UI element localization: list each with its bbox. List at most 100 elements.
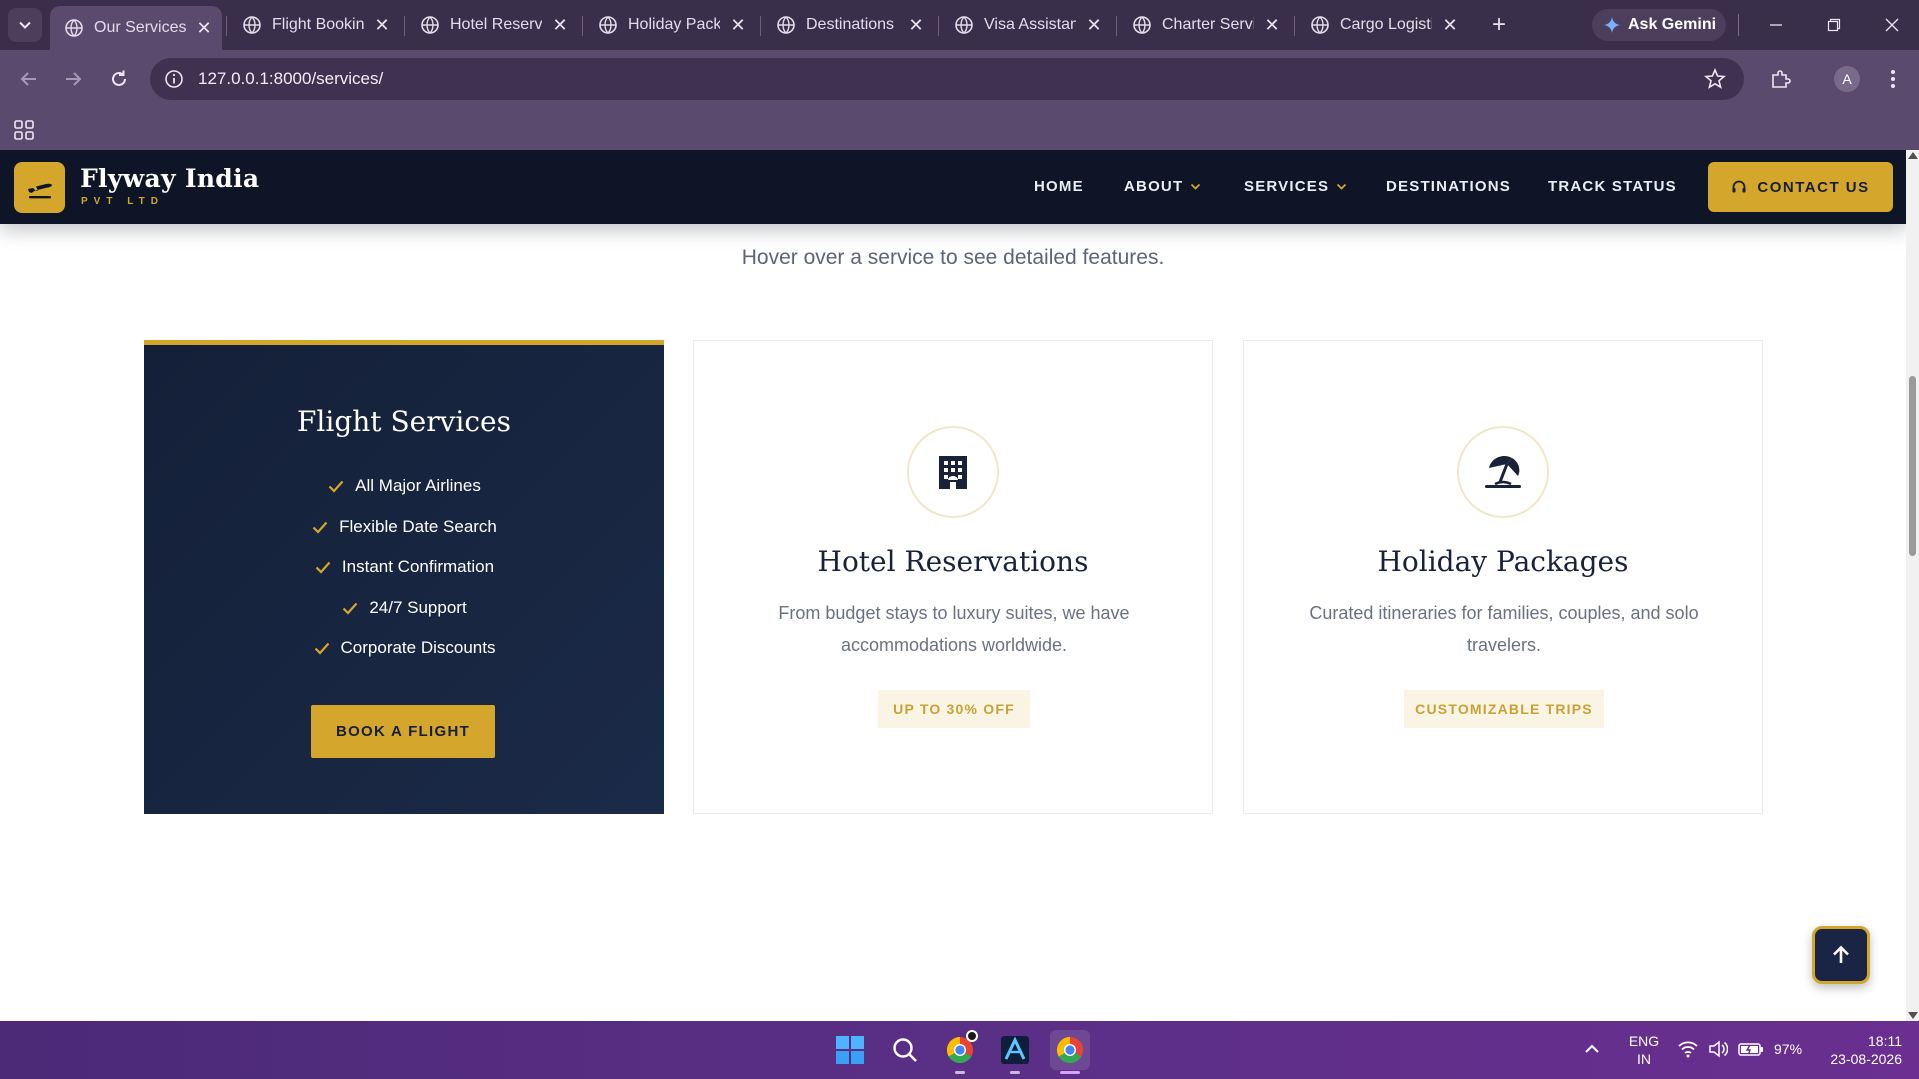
search-button[interactable] <box>885 1030 925 1070</box>
quick-settings[interactable]: 97% <box>1678 1040 1802 1058</box>
nav-services[interactable]: SERVICES <box>1244 178 1347 195</box>
close-tab-icon[interactable]: ✕ <box>1440 15 1460 35</box>
tab-title: Cargo Logistic <box>1340 16 1432 33</box>
minimize-button[interactable] <box>1756 10 1796 40</box>
book-a-flight-button[interactable]: BOOK A FLIGHT <box>311 705 495 758</box>
tab-flight-booking[interactable]: Flight Booking ✕ <box>228 6 400 44</box>
service-card-holiday[interactable]: Holiday Packages Curated itineraries for… <box>1243 340 1763 814</box>
close-tab-icon[interactable]: ✕ <box>372 15 392 35</box>
windows-taskbar: ENG IN 97% 18:11 23-08-2026 <box>0 1021 1919 1079</box>
logo[interactable] <box>14 162 65 213</box>
chevron-up-icon <box>1585 1044 1599 1053</box>
clock[interactable]: 18:11 23-08-2026 <box>1812 1032 1902 1068</box>
battery-charging-icon <box>1738 1043 1763 1056</box>
profile-button[interactable]: A <box>1832 64 1862 94</box>
clock-date: 23-08-2026 <box>1830 1051 1902 1067</box>
tab-cargo-logistics[interactable]: Cargo Logistic ✕ <box>1296 6 1468 44</box>
close-tab-icon[interactable]: ✕ <box>728 15 748 35</box>
tab-search-button[interactable] <box>8 8 42 42</box>
tab-our-services[interactable]: Our Services | ✕ <box>50 6 222 50</box>
taskbar-chrome-app[interactable] <box>940 1030 980 1074</box>
tab-visa-assistance[interactable]: Visa Assistanc ✕ <box>940 6 1112 44</box>
scroll-to-top-button[interactable] <box>1812 926 1870 984</box>
scroll-thumb[interactable] <box>1909 376 1916 556</box>
nav-about[interactable]: ABOUT <box>1124 178 1201 195</box>
service-card-hotel[interactable]: Hotel Reservations From budget stays to … <box>693 340 1213 814</box>
taskbar-editor-app[interactable] <box>995 1030 1035 1074</box>
windows-logo-icon <box>836 1036 864 1064</box>
check-icon <box>312 521 328 534</box>
tab-separator <box>1116 16 1117 36</box>
building-icon <box>939 456 967 489</box>
close-tab-icon[interactable]: ✕ <box>550 15 570 35</box>
tab-holiday-packages[interactable]: Holiday Packa ✕ <box>584 6 756 44</box>
new-tab-button[interactable]: + <box>1486 11 1512 38</box>
tab-title: Hotel Reserva <box>450 16 542 33</box>
ask-gemini-button[interactable]: Ask Gemini <box>1592 9 1726 41</box>
nav-home-label: HOME <box>1034 178 1084 195</box>
close-tab-icon[interactable]: ✕ <box>906 15 926 35</box>
tab-title: Charter Servic <box>1162 16 1254 33</box>
page-scrollbar[interactable] <box>1906 150 1919 1021</box>
tab-separator <box>404 16 405 36</box>
nav-about-label: ABOUT <box>1124 178 1184 195</box>
contact-us-button[interactable]: CONTACT US <box>1708 162 1893 212</box>
nav-track-status-label: TRACK STATUS <box>1548 178 1677 195</box>
gemini-sparkle-icon <box>1604 17 1620 33</box>
service-card-flight[interactable]: Flight Services All Major Airlines Flexi… <box>144 340 664 814</box>
browser-menu-button[interactable] <box>1878 64 1908 94</box>
bookmarks-bar <box>0 108 1919 150</box>
list-item: 24/7 Support <box>144 588 664 629</box>
address-bar[interactable]: 127.0.0.1:8000/services/ <box>150 58 1744 100</box>
browser-tab-strip: Our Services | ✕ Flight Booking ✕ Hotel … <box>0 0 1919 50</box>
restore-button[interactable] <box>1814 10 1854 40</box>
plus-icon: + <box>1491 11 1506 38</box>
globe-icon <box>777 16 795 34</box>
headset-icon <box>1732 180 1746 193</box>
tray-overflow-button[interactable] <box>1584 1041 1600 1062</box>
tab-separator <box>760 16 761 36</box>
tab-charter-services[interactable]: Charter Servic ✕ <box>1118 6 1290 44</box>
language-indicator[interactable]: ENG IN <box>1626 1032 1662 1068</box>
search-icon <box>893 1038 917 1062</box>
card-icon-circle <box>1457 426 1549 518</box>
feature-label: Corporate Discounts <box>340 638 496 658</box>
airplane-icon <box>27 183 52 198</box>
scroll-up-arrow-icon[interactable] <box>1908 152 1918 159</box>
url-text[interactable]: 127.0.0.1:8000/services/ <box>198 69 383 89</box>
close-tab-icon[interactable]: ✕ <box>1262 15 1282 35</box>
extensions-button[interactable] <box>1766 64 1796 94</box>
card-icon-circle <box>907 426 999 518</box>
nav-home[interactable]: HOME <box>1034 178 1084 195</box>
close-window-button[interactable] <box>1872 10 1912 40</box>
card-title: Flight Services <box>297 405 511 438</box>
ask-gemini-label: Ask Gemini <box>1628 16 1717 33</box>
back-button[interactable] <box>14 64 44 94</box>
close-tab-icon[interactable]: ✕ <box>1084 15 1104 35</box>
bookmark-star-icon[interactable] <box>1704 68 1726 90</box>
chrome-icon <box>1056 1036 1083 1064</box>
notification-badge <box>966 1030 978 1042</box>
tab-hotel-reservations[interactable]: Hotel Reserva ✕ <box>406 6 578 44</box>
scroll-down-arrow-icon[interactable] <box>1908 1012 1918 1019</box>
taskbar-chrome-active-app[interactable] <box>1050 1030 1090 1074</box>
puzzle-piece-icon <box>1772 70 1791 88</box>
chevron-down-icon <box>1191 183 1201 190</box>
brand-name[interactable]: Flyway India <box>80 164 259 193</box>
tab-destinations[interactable]: Destinations | ✕ <box>762 6 934 44</box>
start-button[interactable] <box>830 1030 870 1070</box>
nav-destinations[interactable]: DESTINATIONS <box>1386 178 1511 195</box>
tab-separator <box>226 16 227 36</box>
reload-button[interactable] <box>104 64 134 94</box>
close-tab-icon[interactable]: ✕ <box>194 18 214 38</box>
nav-track-status[interactable]: TRACK STATUS <box>1548 178 1677 195</box>
tab-title: Destinations | <box>806 16 898 33</box>
tab-title: Holiday Packa <box>628 16 720 33</box>
volume-icon <box>1709 1040 1728 1058</box>
apps-grid-icon[interactable] <box>12 118 36 142</box>
app-a-icon <box>1001 1036 1029 1064</box>
list-item: Instant Confirmation <box>144 547 664 588</box>
site-info-icon[interactable] <box>164 69 184 89</box>
kebab-menu-icon <box>1891 70 1895 88</box>
forward-button[interactable] <box>58 64 88 94</box>
